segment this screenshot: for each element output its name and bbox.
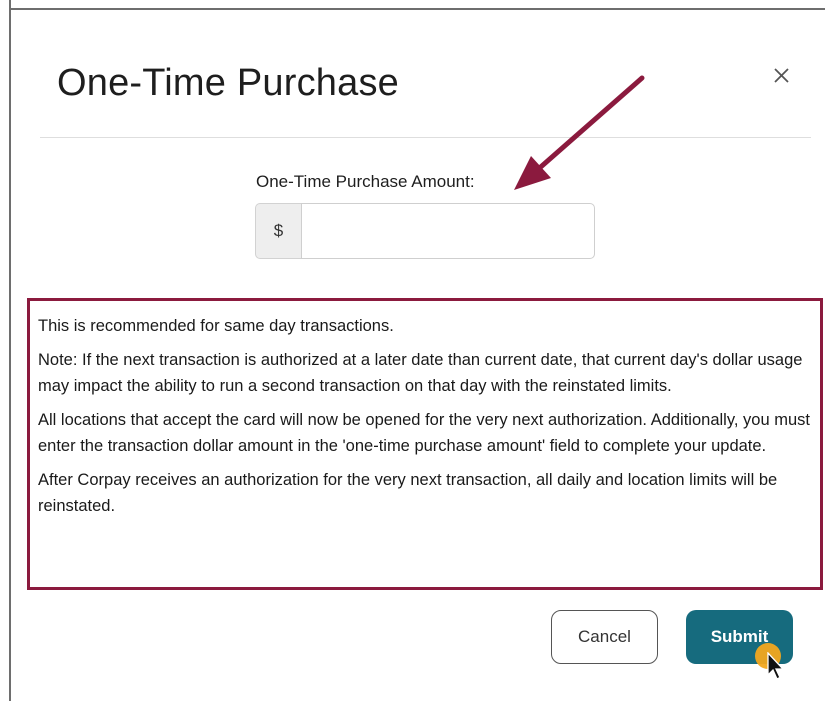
amount-input[interactable] (301, 203, 595, 259)
notice-paragraph: After Corpay receives an authorization f… (38, 471, 778, 515)
cursor-pointer-icon (767, 652, 785, 680)
amount-input-group: $ (255, 203, 595, 259)
currency-addon: $ (255, 203, 301, 259)
close-icon (774, 68, 789, 83)
window-edge-left (9, 0, 11, 701)
window-edge-top (9, 8, 825, 10)
notice-paragraph: This is recommended for same day transac… (38, 317, 394, 335)
arrow-annotation-icon (514, 75, 645, 190)
one-time-purchase-dialog: One-Time Purchase One-Time Purchase Amou… (0, 0, 825, 701)
dialog-title: One-Time Purchase (57, 62, 400, 104)
notice-box: This is recommended for same day transac… (27, 298, 823, 590)
cancel-button[interactable]: Cancel (551, 610, 658, 664)
notice-paragraph: Note: If the next transaction is authori… (38, 351, 803, 395)
amount-label: One-Time Purchase Amount: (256, 172, 475, 191)
notice-paragraph: All locations that accept the card will … (38, 411, 810, 455)
close-button[interactable] (766, 60, 796, 90)
header-divider (40, 137, 811, 138)
